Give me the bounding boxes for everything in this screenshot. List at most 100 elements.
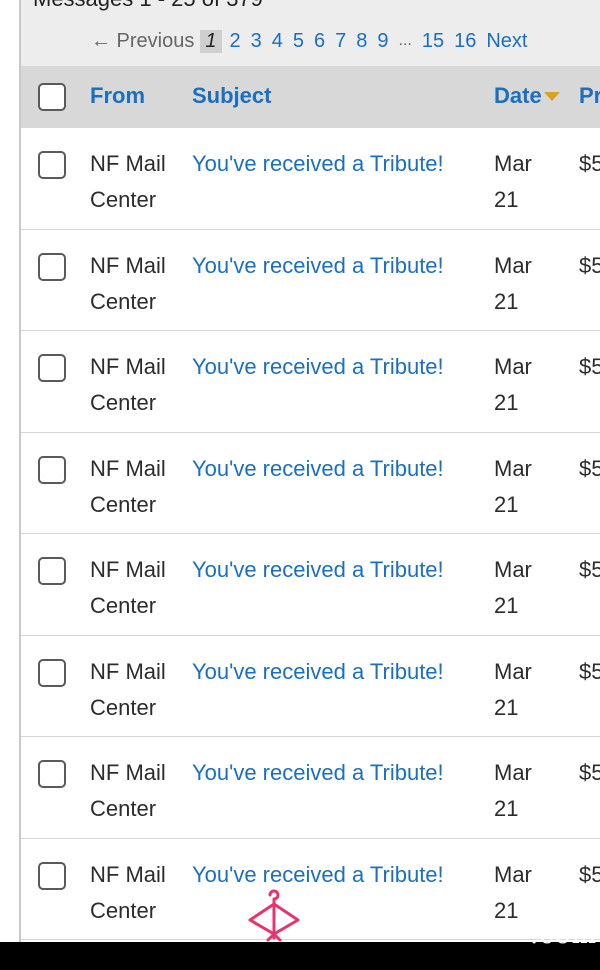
message-row[interactable]: NF Mail Center You've received a Tribute! M…	[21, 737, 600, 839]
message-price: $5	[579, 861, 600, 887]
message-subject-link[interactable]: You've received a Tribute!	[192, 654, 444, 690]
message-date: Mar 21	[494, 146, 532, 218]
message-from: NF Mail Center	[90, 349, 166, 421]
select-all-checkbox[interactable]	[38, 83, 66, 111]
message-subject-link[interactable]: You've received a Tribute!	[192, 146, 444, 182]
message-date-line2: 21	[494, 288, 519, 314]
page-link[interactable]: 4	[272, 30, 283, 53]
message-date-line1: Mar	[494, 252, 532, 278]
column-header-price[interactable]: Price	[579, 83, 600, 109]
message-date-line1: Mar	[494, 151, 532, 176]
message-from-line2: Center	[90, 796, 157, 821]
message-from: NF Mail Center	[90, 857, 166, 929]
message-date-line1: Mar	[494, 861, 532, 887]
message-row[interactable]: NF Mail Center You've received a Tribute! M…	[21, 534, 600, 636]
message-checkbox[interactable]	[38, 557, 66, 585]
message-list: NF Mail Center You've received a Tribute! M…	[21, 128, 600, 940]
message-from-line2: Center	[90, 593, 157, 618]
page-link[interactable]: 2	[230, 30, 241, 53]
message-subject-link[interactable]: You've received a Tribute!	[192, 857, 444, 893]
message-from-line1: NF Mail	[90, 760, 166, 785]
column-header-subject[interactable]: Subject	[192, 83, 271, 109]
message-price: $5	[579, 557, 600, 582]
message-price: $5	[579, 658, 600, 684]
page-link[interactable]: 7	[335, 30, 346, 53]
hanger-logo-icon	[248, 889, 300, 942]
previous-link[interactable]: ← Previous	[91, 30, 194, 53]
message-row[interactable]: NF Mail Center You've received a Tribute! M…	[21, 433, 600, 534]
message-checkbox[interactable]	[38, 151, 66, 179]
sort-descending-icon	[543, 91, 560, 101]
message-row[interactable]: NF Mail Center You've received a Tribute! M…	[21, 331, 600, 433]
current-page: 1	[200, 29, 222, 53]
message-checkbox[interactable]	[38, 252, 66, 281]
message-date-line2: 21	[494, 187, 519, 212]
page-link[interactable]: 3	[251, 30, 262, 53]
message-date-line2: 21	[494, 796, 519, 821]
message-date-line1: Mar	[494, 658, 532, 684]
message-date-line2: 21	[494, 390, 519, 415]
message-checkbox[interactable]	[38, 354, 66, 382]
page-link[interactable]: 9	[377, 30, 388, 53]
pager-ellipsis: ...	[398, 32, 412, 49]
message-from: NF Mail Center	[90, 451, 166, 523]
page-link[interactable]: 6	[314, 30, 325, 53]
message-date-line2: 21	[494, 694, 519, 720]
page-link[interactable]: 15	[422, 30, 444, 53]
message-from: NF Mail Center	[90, 248, 166, 320]
page: Messages 1 - 25 of 379 ← Previous 1 2 3 …	[0, 0, 600, 970]
message-date: Mar 21	[494, 349, 532, 421]
message-from: NF Mail Center	[90, 755, 166, 827]
message-checkbox[interactable]	[38, 760, 66, 788]
message-from-line1: NF Mail	[90, 861, 166, 887]
next-link[interactable]: Next	[486, 30, 527, 53]
page-link[interactable]: 16	[454, 30, 476, 53]
message-subject-link[interactable]: You've received a Tribute!	[192, 349, 444, 385]
message-subject-link[interactable]: You've received a Tribute!	[192, 552, 444, 588]
column-header-date[interactable]: Date	[494, 83, 560, 109]
message-date: Mar 21	[494, 857, 532, 929]
message-date: Mar 21	[494, 755, 532, 827]
message-date-line2: 21	[494, 897, 519, 923]
message-subject-link[interactable]: You've received a Tribute!	[192, 451, 444, 487]
message-row[interactable]: NF Mail Center You've received a Tribute! M…	[21, 128, 600, 230]
page-link[interactable]: 5	[293, 30, 304, 53]
message-date: Mar 21	[494, 552, 532, 624]
message-date-line1: Mar	[494, 354, 532, 379]
message-price: $5	[579, 760, 600, 785]
message-from: NF Mail Center	[90, 654, 166, 726]
message-price: $5	[579, 151, 600, 176]
message-from-line1: NF Mail	[90, 354, 166, 379]
pagination-bar: Messages 1 - 25 of 379 ← Previous 1 2 3 …	[21, 0, 600, 66]
message-row[interactable]: NF Mail Center You've received a Tribute! M…	[21, 636, 600, 737]
message-from-line1: NF Mail	[90, 455, 166, 481]
bottom-black-bar	[0, 942, 600, 970]
column-header-from[interactable]: From	[90, 83, 145, 109]
message-checkbox[interactable]	[38, 861, 66, 890]
message-date-line2: 21	[494, 593, 519, 618]
message-date: Mar 21	[494, 248, 532, 320]
message-from-line2: Center	[90, 288, 157, 314]
message-checkbox[interactable]	[38, 455, 66, 484]
message-row[interactable]: NF Mail Center You've received a Tribute! M…	[21, 230, 600, 331]
message-price: $5	[579, 354, 600, 379]
message-price: $5	[579, 455, 600, 481]
message-date-line1: Mar	[494, 455, 532, 481]
message-from-line2: Center	[90, 491, 157, 517]
messages-panel: Messages 1 - 25 of 379 ← Previous 1 2 3 …	[19, 0, 600, 942]
message-from-line1: NF Mail	[90, 252, 166, 278]
message-from: NF Mail Center	[90, 146, 166, 218]
table-header: From Subject Date Price	[21, 66, 600, 128]
page-link[interactable]: 8	[356, 30, 367, 53]
message-date-line1: Mar	[494, 760, 532, 785]
pager: ← Previous 1 2 3 4 5 6 7 8 9 ... 15 16 N…	[91, 28, 537, 54]
message-subject-link[interactable]: You've received a Tribute!	[192, 248, 444, 284]
message-row[interactable]: NF Mail Center You've received a Tribute! M…	[21, 839, 600, 940]
message-from-line2: Center	[90, 897, 157, 923]
message-date: Mar 21	[494, 451, 532, 523]
message-price: $5	[579, 252, 600, 278]
column-header-date-label: Date	[494, 83, 542, 108]
message-from-line1: NF Mail	[90, 658, 166, 684]
message-subject-link[interactable]: You've received a Tribute!	[192, 755, 444, 791]
message-checkbox[interactable]	[38, 658, 66, 687]
